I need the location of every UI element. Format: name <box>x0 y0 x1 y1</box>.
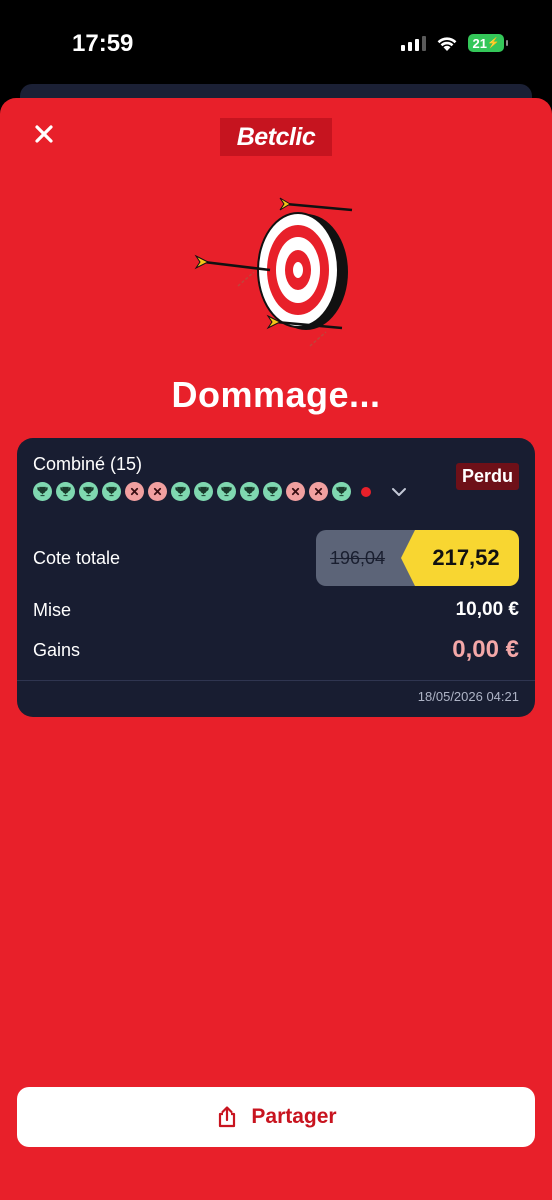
result-sheet: Betclic Dommage... Combiné (15) Perdu Co… <box>0 98 552 1200</box>
pick-won-icon <box>171 482 190 501</box>
pick-won-icon <box>240 482 259 501</box>
bet-type: Combiné (15) <box>33 454 143 474</box>
brand-name: Betclic <box>236 122 316 151</box>
share-icon <box>219 1106 236 1128</box>
odds-box: 196,04 217,52 <box>316 530 519 586</box>
picks-summary <box>33 482 377 501</box>
odds-boosted: 217,52 <box>401 530 519 586</box>
status-bar: 17:59 21 ⚡ <box>0 0 552 90</box>
pick-won-icon <box>194 482 213 501</box>
pick-pending-icon <box>361 486 371 497</box>
total-odds-row: Cote totale 196,04 217,52 <box>33 530 519 586</box>
pick-won-icon <box>79 482 98 501</box>
battery-icon: 21 ⚡ <box>468 34 508 52</box>
pick-won-icon <box>102 482 121 501</box>
wifi-icon <box>437 36 457 51</box>
winnings-label: Gains <box>33 639 81 660</box>
share-label: Partager <box>251 1105 337 1128</box>
total-odds-label: Cote totale <box>33 547 121 568</box>
close-icon <box>35 125 53 143</box>
status-badge: Perdu <box>455 463 519 490</box>
pick-lost-icon <box>148 482 167 501</box>
pick-lost-icon <box>309 482 328 501</box>
share-button[interactable]: Partager <box>17 1087 535 1147</box>
winnings-value: 0,00 € <box>452 636 519 663</box>
status-time: 17:59 <box>72 30 134 57</box>
pick-won-icon <box>217 482 236 501</box>
stake-label: Mise <box>33 599 72 620</box>
stake-value: 10,00 € <box>455 599 519 620</box>
winnings-row: Gains 0,00 € <box>33 634 519 666</box>
battery-level: 21 <box>472 35 487 51</box>
pick-won-icon <box>33 482 52 501</box>
bet-card[interactable]: Combiné (15) Perdu Cote totale 196,04 21… <box>17 438 535 717</box>
pick-lost-icon <box>286 482 305 501</box>
betclic-logo: Betclic <box>220 118 332 156</box>
pick-won-icon <box>332 482 351 501</box>
close-button[interactable] <box>28 118 60 150</box>
cellular-signal-icon <box>401 35 426 51</box>
chevron-down-icon[interactable] <box>389 482 409 502</box>
result-headline: Dommage... <box>171 374 381 415</box>
divider <box>17 680 535 681</box>
pick-won-icon <box>263 482 282 501</box>
stake-row: Mise 10,00 € <box>33 596 519 624</box>
pick-lost-icon <box>125 482 144 501</box>
pick-won-icon <box>56 482 75 501</box>
status-icons: 21 ⚡ <box>401 34 508 52</box>
target-icon <box>194 197 353 347</box>
bet-timestamp: 18/05/2026 04:21 <box>417 689 519 704</box>
